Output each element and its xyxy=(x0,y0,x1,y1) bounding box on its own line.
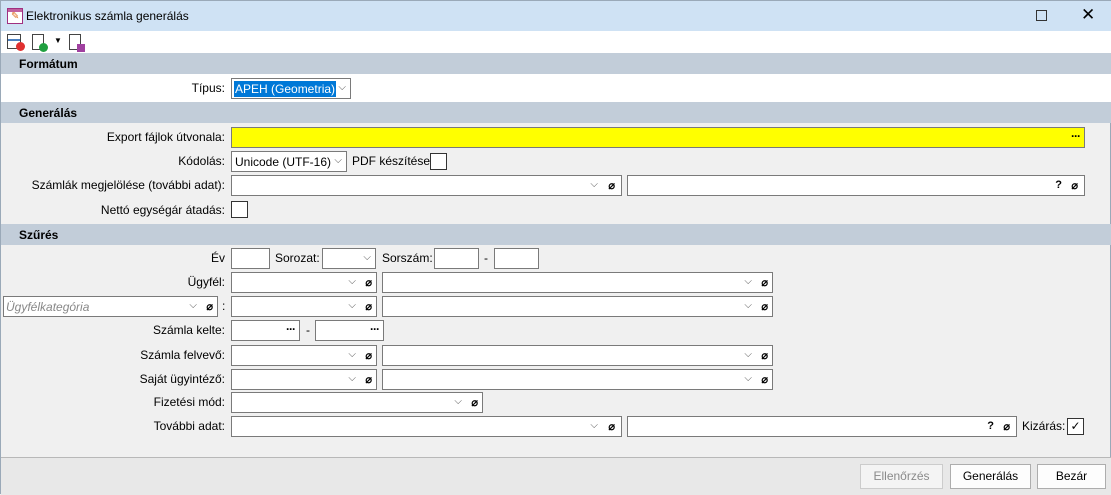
dropdown-arrow-icon[interactable]: ▼ xyxy=(54,36,62,45)
category-value-select[interactable]: ⌵ ⌀ xyxy=(231,296,377,317)
generate-button[interactable]: Generálás xyxy=(950,464,1031,489)
chevron-down-icon: ⌵ xyxy=(590,179,598,190)
exclude-label: Kizárás: xyxy=(1022,419,1066,433)
section-generate: Generálás xyxy=(1,102,1111,123)
check-button[interactable]: Ellenőrzés xyxy=(860,464,943,489)
customer-label: Ügyfél: xyxy=(187,275,225,289)
net-unit-label: Nettó egységár átadás: xyxy=(100,203,225,217)
number-to-input[interactable] xyxy=(494,248,539,269)
extra-text[interactable]: ? ⌀ xyxy=(627,416,1017,437)
recorder-label: Számla felvevő: xyxy=(140,348,225,362)
paperclip-icon[interactable]: ⌀ xyxy=(761,373,768,386)
chevron-down-icon: ⌵ xyxy=(744,276,752,287)
paperclip-icon[interactable]: ⌀ xyxy=(365,349,372,362)
export-path-input[interactable]: ··· xyxy=(231,127,1085,148)
payment-label: Fizetési mód: xyxy=(153,395,225,409)
type-select[interactable]: APEH (Geometria) ⌵ xyxy=(231,78,351,99)
window-title: Elektronikus számla generálás xyxy=(26,9,189,23)
paperclip-icon[interactable]: ⌀ xyxy=(1003,420,1010,433)
agent-name-select[interactable]: ⌵ ⌀ xyxy=(382,369,773,390)
customer-name-select[interactable]: ⌵ ⌀ xyxy=(382,272,773,293)
date-to-input[interactable]: ··· xyxy=(315,320,384,341)
type-value: APEH (Geometria) xyxy=(234,81,337,97)
chevron-down-icon: ⌵ xyxy=(363,252,371,263)
pdf-checkbox[interactable] xyxy=(430,153,447,170)
paperclip-icon[interactable]: ⌀ xyxy=(471,396,478,409)
chevron-down-icon: ⌵ xyxy=(348,276,356,287)
date-from-input[interactable]: ··· xyxy=(231,320,300,341)
paperclip-icon[interactable]: ⌀ xyxy=(365,276,372,289)
year-input[interactable] xyxy=(231,248,270,269)
paperclip-icon[interactable]: ⌀ xyxy=(365,373,372,386)
chevron-down-icon: ⌵ xyxy=(348,300,356,311)
section-filter: Szűrés xyxy=(1,224,1111,245)
category-placeholder: Ügyfélkategória xyxy=(6,300,90,314)
section-format: Formátum xyxy=(1,53,1111,74)
browse-button[interactable]: ··· xyxy=(1071,129,1081,143)
exclude-checkbox[interactable]: ✓ xyxy=(1067,418,1084,435)
agent-select[interactable]: ⌵ ⌀ xyxy=(231,369,377,390)
recorder-select[interactable]: ⌵ ⌀ xyxy=(231,345,377,366)
pdf-label: PDF készítése: xyxy=(352,154,434,168)
footer xyxy=(1,457,1111,495)
title-bar: ✎ Elektronikus számla generálás ✕ xyxy=(1,1,1111,31)
number-label: Sorszám: xyxy=(382,251,433,265)
encoding-label: Kódolás: xyxy=(178,154,225,168)
chevron-down-icon: ⌵ xyxy=(189,300,197,311)
customer-category-select[interactable]: Ügyfélkategória ⌵ ⌀ xyxy=(3,296,218,317)
paperclip-icon[interactable]: ⌀ xyxy=(206,300,213,313)
chevron-down-icon: ⌵ xyxy=(348,373,356,384)
chevron-down-icon: ⌵ xyxy=(454,396,462,407)
help-icon[interactable]: ? xyxy=(1055,179,1062,191)
encoding-select[interactable]: Unicode (UTF-16) ⌵ xyxy=(231,151,347,172)
payment-select[interactable]: ⌵ ⌀ xyxy=(231,392,483,413)
chevron-down-icon: ⌵ xyxy=(590,420,598,431)
paperclip-icon[interactable]: ⌀ xyxy=(365,300,372,313)
extra-label: További adat: xyxy=(153,419,225,433)
paperclip-icon[interactable]: ⌀ xyxy=(1071,179,1078,192)
save-checklist-icon[interactable] xyxy=(69,34,85,52)
export-path-label: Export fájlok útvonala: xyxy=(106,130,225,144)
chevron-down-icon: ⌵ xyxy=(338,82,346,93)
app-icon: ✎ xyxy=(7,8,23,24)
load-checklist-icon[interactable] xyxy=(32,34,48,52)
invoice-mark-text[interactable]: ? ⌀ xyxy=(627,175,1085,196)
chevron-down-icon: ⌵ xyxy=(348,349,356,360)
extra-select[interactable]: ⌵ ⌀ xyxy=(231,416,622,437)
net-unit-checkbox[interactable] xyxy=(231,201,248,218)
paperclip-icon[interactable]: ⌀ xyxy=(608,179,615,192)
customer-select[interactable]: ⌵ ⌀ xyxy=(231,272,377,293)
date-label: Számla kelte: xyxy=(152,323,225,337)
recorder-name-select[interactable]: ⌵ ⌀ xyxy=(382,345,773,366)
invoice-mark-label: Számlák megjelölése (további adat): xyxy=(31,178,225,192)
chevron-down-icon: ⌵ xyxy=(744,349,752,360)
series-select[interactable]: ⌵ xyxy=(322,248,376,269)
close-button[interactable]: Bezár xyxy=(1037,464,1106,489)
toolbar: ▼ xyxy=(1,31,1111,53)
close-icon[interactable]: ✕ xyxy=(1081,5,1095,25)
invoice-mark-select[interactable]: ⌵ ⌀ xyxy=(231,175,622,196)
series-label: Sorozat: xyxy=(275,251,320,265)
paperclip-icon[interactable]: ⌀ xyxy=(608,420,615,433)
date-picker-button[interactable]: ··· xyxy=(286,322,296,336)
chevron-down-icon: ⌵ xyxy=(744,300,752,311)
colon: : xyxy=(222,299,226,313)
chevron-down-icon: ⌵ xyxy=(334,155,342,166)
help-icon[interactable]: ? xyxy=(987,420,994,432)
paperclip-icon[interactable]: ⌀ xyxy=(761,349,768,362)
encoding-value: Unicode (UTF-16) xyxy=(235,155,332,169)
chevron-down-icon: ⌵ xyxy=(744,373,752,384)
agent-label: Saját ügyintéző: xyxy=(139,372,225,386)
number-from-input[interactable] xyxy=(434,248,479,269)
paperclip-icon[interactable]: ⌀ xyxy=(761,300,768,313)
dash: - xyxy=(484,251,488,265)
clear-form-icon[interactable] xyxy=(7,34,25,51)
dash: - xyxy=(306,323,310,337)
type-label: Típus: xyxy=(191,81,225,95)
year-label: Év xyxy=(210,251,225,265)
date-picker-button[interactable]: ··· xyxy=(370,322,380,336)
maximize-icon[interactable] xyxy=(1036,10,1047,21)
category-name-select[interactable]: ⌵ ⌀ xyxy=(382,296,773,317)
paperclip-icon[interactable]: ⌀ xyxy=(761,276,768,289)
